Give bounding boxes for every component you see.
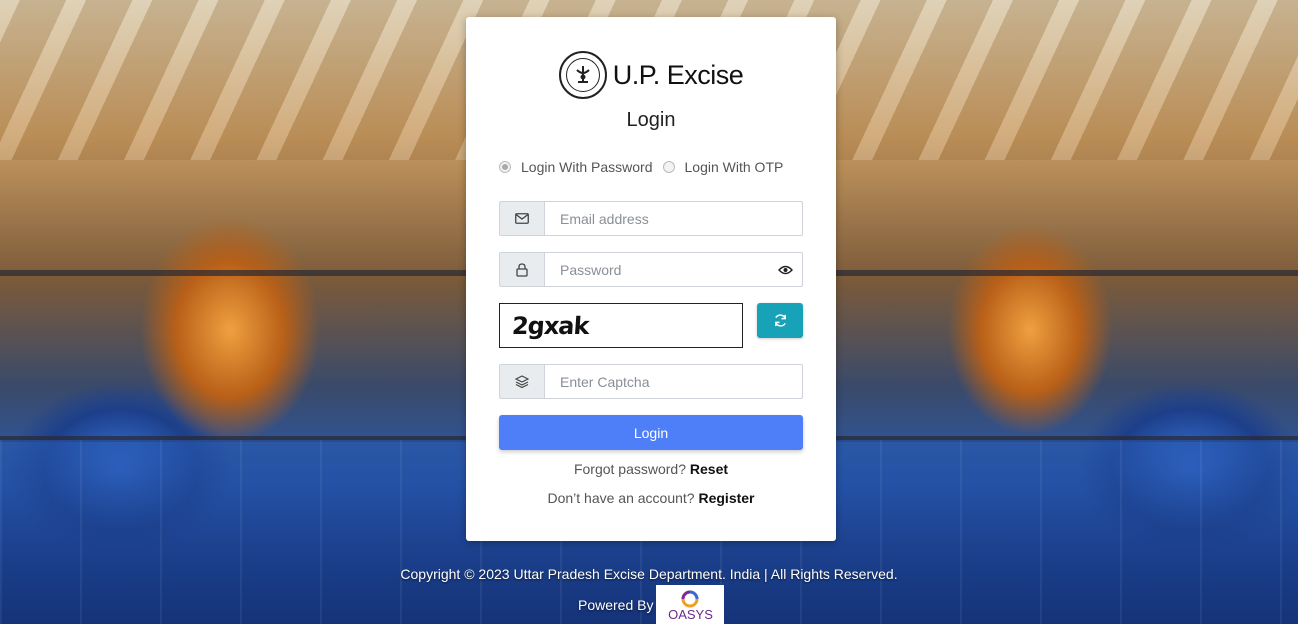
layers-icon [500,365,545,398]
powered-by: Powered By OASYS [578,585,725,624]
refresh-icon [774,314,786,327]
captcha-text: 2gxak [511,311,590,340]
brand-name: U.P. Excise [612,59,744,90]
envelope-icon [500,202,545,235]
email-field[interactable] [545,202,802,235]
login-button[interactable]: Login [499,415,803,450]
powered-by-label: Powered By [578,596,654,613]
radio-button-password[interactable] [499,161,511,173]
refresh-captcha-button[interactable] [757,303,803,338]
forgot-password-line: Forgot password? Reset [466,461,836,477]
oasys-logo-mark [681,590,699,608]
radio-label-password: Login With Password [521,159,653,175]
radio-login-password[interactable]: Login With Password [499,159,653,175]
register-line: Don’t have an account? Register [466,490,836,506]
login-card: U.P. Excise Login Login With Password Lo… [466,17,836,541]
lock-icon [500,253,545,286]
copyright-footer: Copyright © 2023 Uttar Pradesh Excise De… [400,566,898,582]
email-input-group [499,201,803,236]
reset-link[interactable]: Reset [690,461,728,477]
radio-label-otp: Login With OTP [684,159,784,175]
eye-icon[interactable] [768,253,802,286]
brand-header: U.P. Excise [466,49,836,101]
radio-login-otp[interactable]: Login With OTP [662,159,784,175]
password-field[interactable] [545,253,768,286]
up-emblem-logo [558,51,607,99]
login-mode-selector: Login With Password Login With OTP [499,157,829,177]
radio-button-otp[interactable] [662,161,675,173]
register-prompt: Don’t have an account? [547,490,695,506]
password-input-group [499,252,803,287]
oasys-logo[interactable]: OASYS [656,585,725,624]
register-link[interactable]: Register [698,490,754,506]
page-title: Login [626,109,676,131]
captcha-field[interactable] [545,365,802,398]
vendor-name: OASYS [668,607,713,622]
captcha-input-group [499,364,803,399]
captcha-image: 2gxak [499,303,743,348]
forgot-password-prompt: Forgot password? [573,461,687,477]
